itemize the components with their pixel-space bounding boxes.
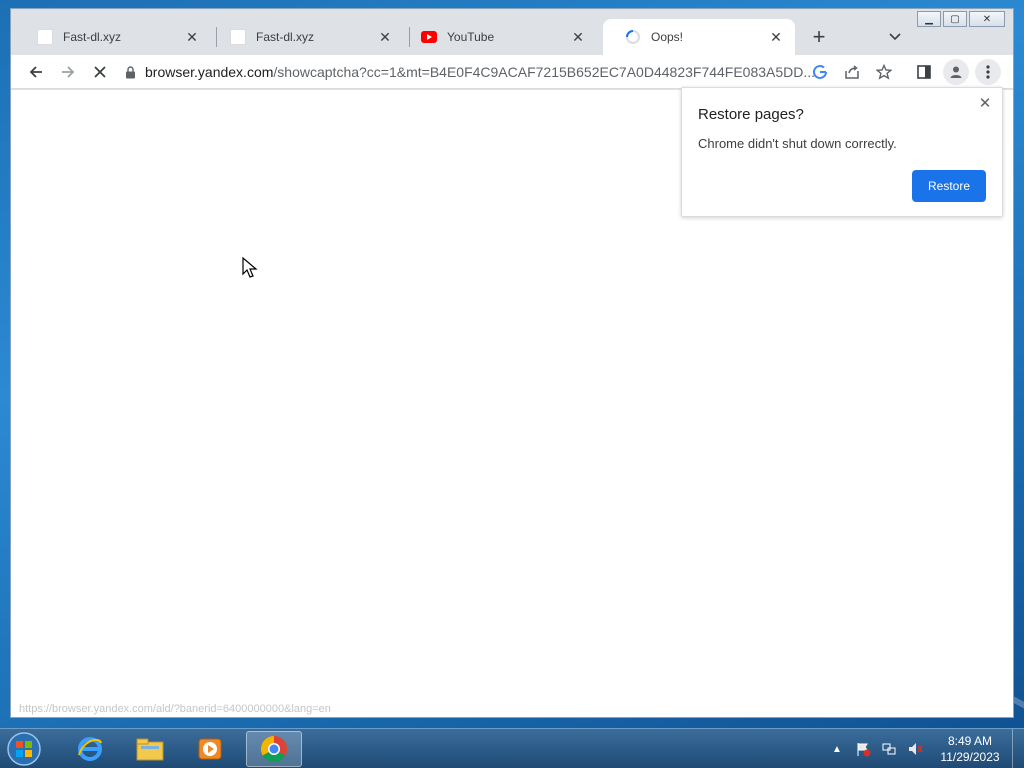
browser-window: Fast-dl.xyz ✕ Fast-dl.xyz ✕ YouTube ✕ Oo…: [10, 8, 1014, 718]
chevron-down-icon[interactable]: [885, 27, 905, 47]
volume-muted-icon[interactable]: [906, 740, 924, 758]
close-icon[interactable]: ✕: [376, 28, 394, 46]
media-player-icon[interactable]: [182, 731, 238, 767]
kebab-menu-icon[interactable]: [975, 59, 1001, 85]
plus-icon[interactable]: +: [807, 25, 831, 49]
bookmark-star-icon[interactable]: [871, 59, 897, 85]
loading-spinner-icon: [625, 29, 641, 45]
blank-page-icon: [230, 29, 246, 45]
clock-time: 8:49 AM: [947, 734, 993, 748]
close-icon[interactable]: ✕: [183, 28, 201, 46]
show-hidden-icons-icon[interactable]: ▲: [828, 740, 846, 758]
close-icon[interactable]: ✕: [767, 28, 785, 46]
tab-title: Oops!: [651, 30, 684, 44]
status-url: https://browser.yandex.com/ald/?banerid=…: [11, 699, 339, 717]
profile-avatar-icon[interactable]: [943, 59, 969, 85]
youtube-icon: [421, 29, 437, 45]
chrome-icon[interactable]: [246, 731, 302, 767]
stop-loading-icon[interactable]: [87, 59, 113, 85]
url-path: /showcaptcha?cc=1&mt=B4E0F4C9ACAF7215B65…: [273, 64, 816, 80]
lock-icon: [125, 65, 137, 79]
restore-pages-bubble: Restore pages? Chrome didn't shut down c…: [681, 87, 1003, 217]
bubble-title: Restore pages?: [698, 106, 804, 123]
taskbar-clock[interactable]: 8:49 AM 11/29/2023: [932, 733, 1008, 765]
browser-toolbar: browser.yandex.com/showcaptcha?cc=1&mt=B…: [11, 55, 1013, 89]
start-button[interactable]: [6, 731, 42, 767]
tab-title: Fast-dl.xyz: [63, 30, 122, 44]
action-center-flag-icon[interactable]: [854, 740, 872, 758]
tab-title: Fast-dl.xyz: [256, 30, 315, 44]
minimize-button[interactable]: ▁: [917, 11, 941, 27]
tab-youtube[interactable]: YouTube ✕: [399, 19, 597, 55]
tab-fast-dl-1[interactable]: Fast-dl.xyz ✕: [15, 19, 211, 55]
side-panel-icon[interactable]: [911, 59, 937, 85]
system-tray: ▲ 8:49 AM 11/29/2023: [828, 729, 1024, 768]
url-host: browser.yandex.com: [145, 64, 274, 80]
show-desktop-button[interactable]: [1012, 729, 1024, 768]
address-bar[interactable]: browser.yandex.com/showcaptcha?cc=1&mt=B…: [125, 58, 885, 86]
close-window-button[interactable]: ✕: [969, 11, 1005, 27]
tab-fast-dl-2[interactable]: Fast-dl.xyz ✕: [208, 19, 404, 55]
clock-date: 11/29/2023: [940, 750, 1000, 764]
windows-logo-icon: [7, 732, 41, 766]
blank-page-icon: [37, 29, 53, 45]
share-icon[interactable]: [839, 59, 865, 85]
google-lens-icon[interactable]: [807, 59, 833, 85]
restore-button[interactable]: Restore: [912, 170, 986, 202]
mouse-cursor-icon: [242, 257, 258, 278]
close-icon[interactable]: ✕: [569, 28, 587, 46]
tab-strip: Fast-dl.xyz ✕ Fast-dl.xyz ✕ YouTube ✕ Oo…: [11, 9, 1013, 55]
internet-explorer-icon[interactable]: [62, 731, 118, 767]
back-arrow-icon[interactable]: [23, 59, 49, 85]
network-icon[interactable]: [880, 740, 898, 758]
file-explorer-icon[interactable]: [122, 731, 178, 767]
close-icon[interactable]: ✕: [976, 94, 994, 112]
taskbar: ▲ 8:49 AM 11/29/2023: [0, 728, 1024, 768]
bubble-message: Chrome didn't shut down correctly.: [698, 136, 897, 151]
tab-title: YouTube: [447, 30, 495, 44]
tab-oops[interactable]: Oops! ✕: [603, 19, 795, 55]
maximize-button[interactable]: ▢: [943, 11, 967, 27]
forward-arrow-icon[interactable]: [55, 59, 81, 85]
